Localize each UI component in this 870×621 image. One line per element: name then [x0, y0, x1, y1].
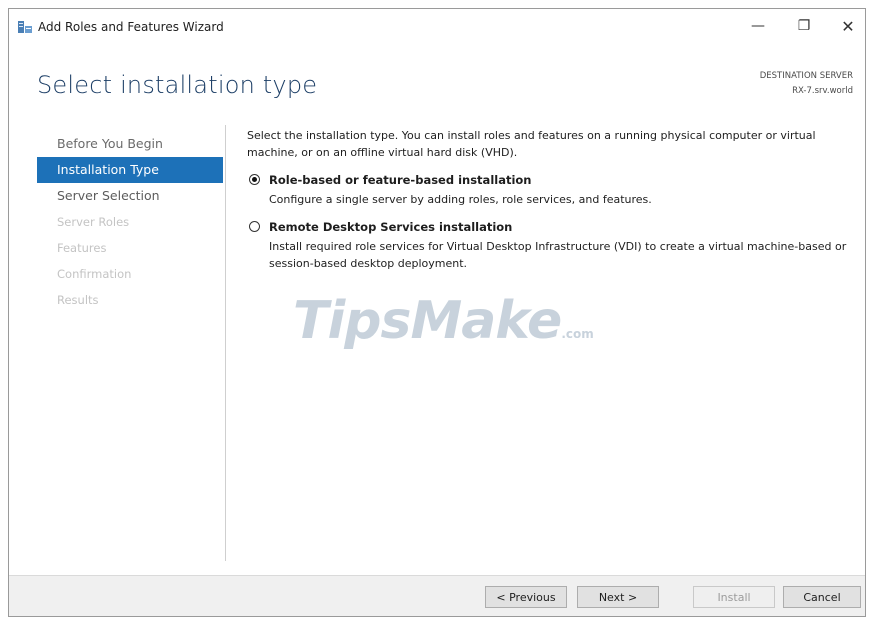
option-role-based-title[interactable]: Role-based or feature-based installation: [269, 173, 859, 188]
server-manager-icon: [18, 21, 32, 33]
destination-server-info: DESTINATION SERVER RX-7.srv.world: [760, 69, 853, 99]
main-content: Select the installation type. You can in…: [247, 127, 859, 284]
destination-server-name: RX-7.srv.world: [792, 86, 853, 96]
nav-item-confirmation: Confirmation: [57, 267, 132, 281]
option-remote-desktop[interactable]: Remote Desktop Services installation Ins…: [247, 220, 859, 272]
nav-item-installation-type[interactable]: Installation Type: [37, 157, 223, 183]
minimize-button[interactable]: —: [735, 9, 781, 43]
cancel-button[interactable]: Cancel: [783, 586, 861, 608]
close-button[interactable]: ✕: [825, 9, 870, 43]
window-title: Add Roles and Features Wizard: [38, 20, 224, 34]
radio-remote-desktop[interactable]: [249, 221, 260, 232]
radio-role-based[interactable]: [249, 174, 260, 185]
watermark-logo: TipsMake.com: [293, 291, 594, 351]
option-remote-desktop-description: Install required role services for Virtu…: [269, 240, 847, 270]
nav-item-server-selection[interactable]: Server Selection: [37, 183, 223, 209]
option-remote-desktop-title[interactable]: Remote Desktop Services installation: [269, 220, 859, 235]
install-button: Install: [693, 586, 775, 608]
maximize-button[interactable]: ❐: [781, 9, 827, 43]
wizard-footer: < Previous Next > Install Cancel: [9, 575, 865, 616]
watermark-text: TipsMake: [293, 291, 562, 351]
next-button[interactable]: Next >: [577, 586, 659, 608]
nav-item-results: Results: [57, 293, 99, 307]
watermark-tail: .com: [561, 327, 594, 341]
wizard-window: Add Roles and Features Wizard — ❐ ✕ Sele…: [8, 8, 866, 617]
page-title: Select installation type: [37, 71, 318, 99]
option-role-based[interactable]: Role-based or feature-based installation…: [247, 173, 859, 208]
destination-server-label: DESTINATION SERVER: [759, 71, 853, 81]
previous-button[interactable]: < Previous: [485, 586, 567, 608]
wizard-steps-nav: Before You Begin Installation Type Serve…: [37, 131, 223, 313]
nav-item-server-roles: Server Roles: [57, 215, 130, 229]
nav-divider: [225, 125, 226, 561]
title-bar[interactable]: Add Roles and Features Wizard — ❐ ✕: [9, 9, 865, 45]
intro-text: Select the installation type. You can in…: [247, 129, 816, 159]
option-role-based-description: Configure a single server by adding role…: [269, 193, 652, 206]
nav-item-before-you-begin[interactable]: Before You Begin: [37, 131, 223, 157]
nav-item-features: Features: [57, 241, 107, 255]
